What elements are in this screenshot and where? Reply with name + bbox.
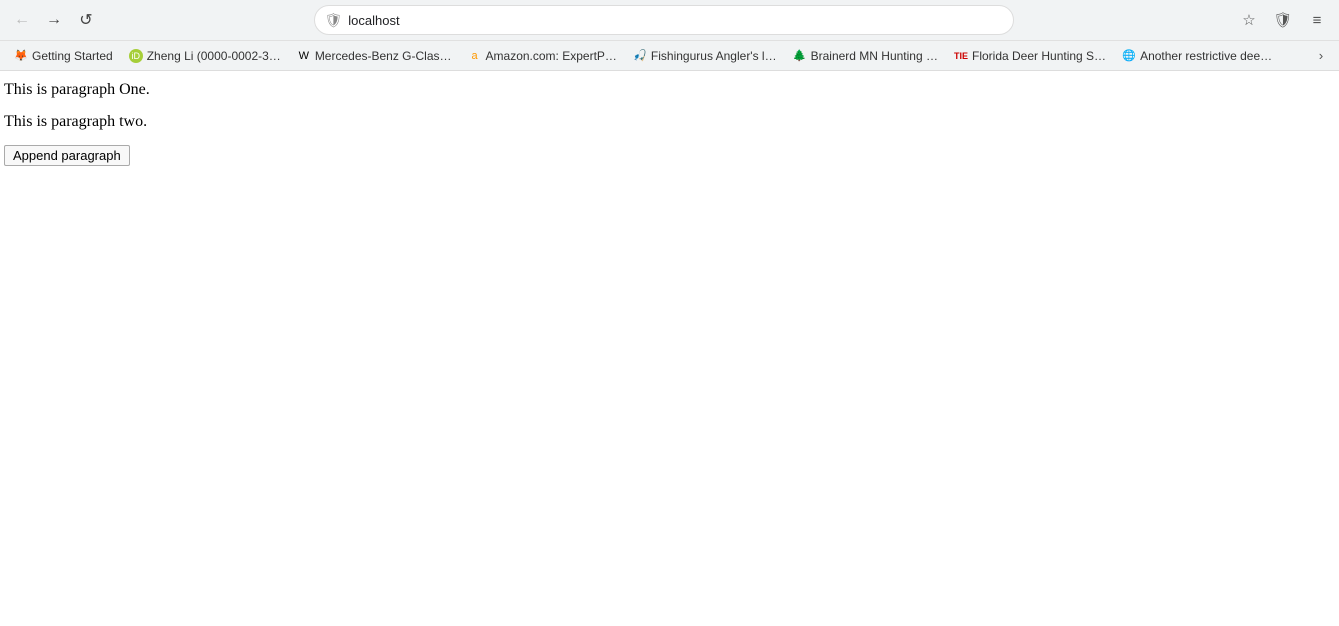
bookmarks-chevron-button[interactable]: ›: [1309, 44, 1333, 68]
address-bar-right-icons: ☆ 🛡 ≡: [1235, 6, 1331, 34]
bookmark-favicon-fishingurus: 🎣: [633, 49, 647, 63]
bookmark-favicon-getting-started: 🦊: [14, 49, 28, 63]
bookmark-label-amazon: Amazon.com: ExpertP…: [486, 49, 617, 63]
bookmark-brainerd[interactable]: 🌲 Brainerd MN Hunting …: [785, 43, 946, 69]
bookmark-favicon-zheng-li: iD: [129, 49, 143, 63]
bookmark-favicon-brainerd: 🌲: [793, 49, 807, 63]
bookmark-label-getting-started: Getting Started: [32, 49, 113, 63]
page-content: This is paragraph One. This is paragraph…: [0, 71, 1339, 176]
bookmark-another-restrictive[interactable]: 🌐 Another restrictive dee…: [1114, 43, 1280, 69]
bookmark-zheng-li[interactable]: iD Zheng Li (0000-0002-3…: [121, 43, 289, 69]
bookmark-label-fishingurus: Fishingurus Angler's l…: [651, 49, 777, 63]
firefox-protect-icon: 🛡: [1273, 11, 1292, 29]
forward-icon: →: [46, 11, 62, 29]
reload-button[interactable]: ↺: [72, 6, 100, 34]
top-bar: ← → ↺ 🛡 ☆ 🛡 ≡: [0, 0, 1339, 40]
bookmark-amazon[interactable]: a Amazon.com: ExpertP…: [460, 43, 625, 69]
bookmark-favicon-another-restrictive: 🌐: [1122, 49, 1136, 63]
forward-button[interactable]: →: [40, 6, 68, 34]
star-icon: ☆: [1242, 11, 1255, 29]
bookmark-label-brainerd: Brainerd MN Hunting …: [811, 49, 938, 63]
bookmark-mercedes[interactable]: W Mercedes-Benz G-Clas…: [289, 43, 460, 69]
menu-icon: ≡: [1313, 12, 1322, 29]
bookmark-label-another-restrictive: Another restrictive dee…: [1140, 49, 1272, 63]
bookmark-star-button[interactable]: ☆: [1235, 6, 1263, 34]
bookmark-label-zheng-li: Zheng Li (0000-0002-3…: [147, 49, 281, 63]
paragraph-one: This is paragraph One.: [4, 81, 1335, 99]
address-input[interactable]: [348, 13, 1002, 28]
bookmark-favicon-florida-deer: TIE: [954, 49, 968, 63]
bookmark-label-mercedes: Mercedes-Benz G-Clas…: [315, 49, 452, 63]
bookmark-getting-started[interactable]: 🦊 Getting Started: [6, 43, 121, 69]
back-icon: ←: [14, 11, 30, 29]
back-button[interactable]: ←: [8, 6, 36, 34]
bookmark-favicon-amazon: a: [468, 49, 482, 63]
bookmarks-bar: 🦊 Getting Started iD Zheng Li (0000-0002…: [0, 40, 1339, 70]
address-bar-container: 🛡: [314, 5, 1014, 35]
firefox-protect-button[interactable]: 🛡: [1269, 6, 1297, 34]
bookmark-florida-deer[interactable]: TIE Florida Deer Hunting S…: [946, 43, 1114, 69]
menu-button[interactable]: ≡: [1303, 6, 1331, 34]
bookmark-label-florida-deer: Florida Deer Hunting S…: [972, 49, 1106, 63]
bookmark-favicon-mercedes: W: [297, 49, 311, 63]
chevron-right-icon: ›: [1319, 48, 1323, 63]
security-icon: 🛡: [325, 12, 343, 29]
bookmark-fishingurus[interactable]: 🎣 Fishingurus Angler's l…: [625, 43, 785, 69]
reload-icon: ↺: [79, 10, 92, 30]
append-paragraph-button[interactable]: Append paragraph: [4, 145, 130, 166]
paragraph-two: This is paragraph two.: [4, 113, 1335, 131]
browser-chrome: ← → ↺ 🛡 ☆ 🛡 ≡ 🦊 Getting Sta: [0, 0, 1339, 71]
